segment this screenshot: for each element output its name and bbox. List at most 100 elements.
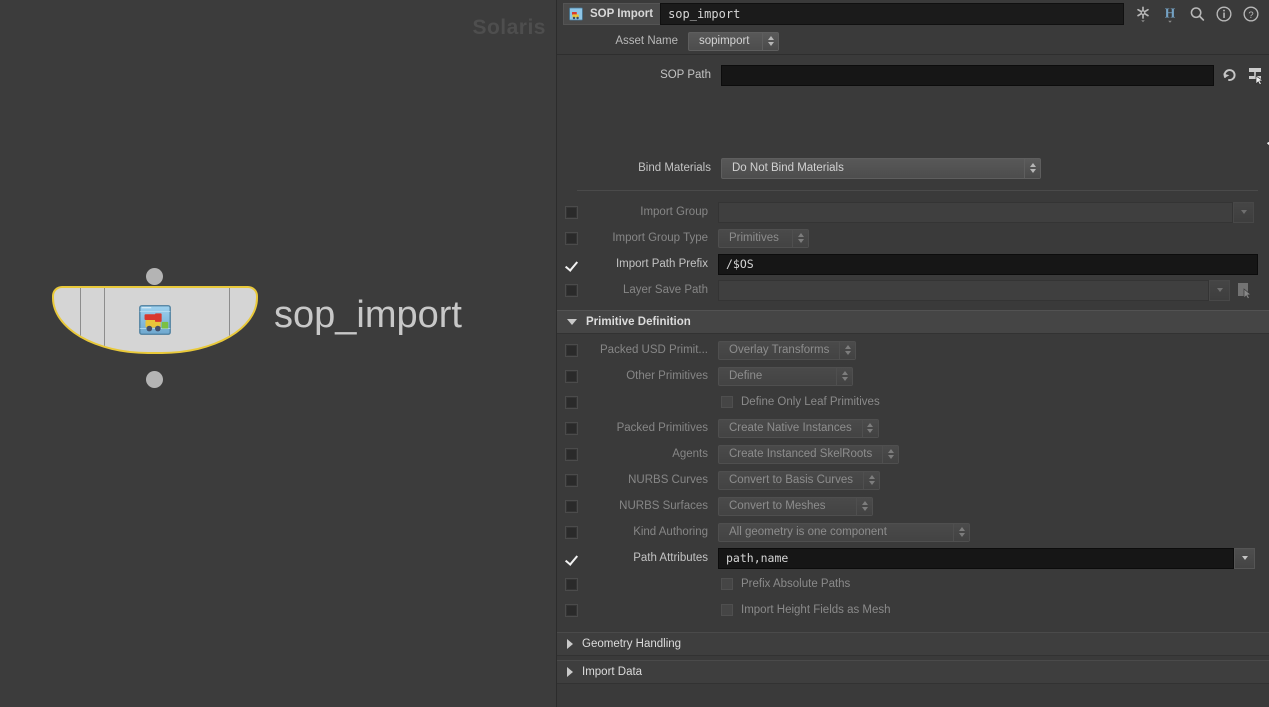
import-group-type-value: Primitives bbox=[729, 232, 779, 244]
agents-toggle[interactable] bbox=[565, 447, 578, 461]
asset-name-dropdown[interactable]: sopimport bbox=[688, 31, 779, 51]
prefix-absolute-paths-checkbox[interactable]: Prefix Absolute Paths bbox=[721, 578, 850, 590]
section-primitive-definition[interactable]: Primitive Definition bbox=[557, 310, 1269, 334]
node-body[interactable] bbox=[52, 286, 258, 354]
node-chooser-icon[interactable] bbox=[1245, 65, 1265, 85]
import-group-type-label: Import Group Type bbox=[612, 232, 708, 244]
sop-path-input[interactable] bbox=[721, 64, 1214, 86]
chevron-down-icon bbox=[1216, 288, 1223, 292]
asset-name-row: Asset Name sopimport bbox=[557, 28, 1269, 55]
prefix-absolute-paths-label: Prefix Absolute Paths bbox=[741, 578, 851, 590]
packed-primitives-toggle[interactable] bbox=[565, 421, 578, 435]
chevron-right-icon bbox=[567, 667, 573, 677]
other-primitives-dropdown[interactable]: Define bbox=[718, 366, 853, 386]
bind-materials-spinner[interactable] bbox=[1024, 158, 1040, 178]
path-attributes-input[interactable]: path,name bbox=[718, 547, 1234, 569]
asset-name-spinner[interactable] bbox=[762, 32, 778, 50]
path-attributes-toggle[interactable] bbox=[565, 552, 578, 565]
prefix-absolute-paths-toggle[interactable] bbox=[565, 577, 578, 591]
kind-authoring-row: Kind Authoring All geometry is one compo… bbox=[557, 519, 1269, 545]
section-import-data[interactable]: Import Data bbox=[557, 660, 1269, 684]
nurbs-surfaces-toggle[interactable] bbox=[565, 499, 578, 513]
section-title: Import Data bbox=[582, 666, 643, 678]
nurbs-curves-toggle[interactable] bbox=[565, 473, 578, 487]
packed-usd-primitives-toggle[interactable] bbox=[565, 343, 578, 357]
dropdown-spinner[interactable] bbox=[953, 523, 969, 541]
bind-materials-row: Bind Materials Do Not Bind Materials bbox=[557, 155, 1269, 181]
node-input-connector[interactable] bbox=[146, 268, 163, 285]
packed-usd-primitives-dropdown[interactable]: Overlay Transforms bbox=[718, 340, 857, 360]
import-group-type-spinner[interactable] bbox=[792, 229, 808, 247]
nurbs-surfaces-dropdown[interactable]: Convert to Meshes bbox=[718, 496, 873, 516]
dropdown-spinner[interactable] bbox=[856, 497, 872, 515]
chevron-up-icon bbox=[841, 371, 848, 375]
reload-icon[interactable] bbox=[1220, 65, 1240, 85]
nurbs-curves-dropdown[interactable]: Convert to Basis Curves bbox=[718, 470, 880, 490]
sop-import-node-icon bbox=[139, 305, 171, 335]
node-flag-divider bbox=[104, 288, 105, 352]
houdini-h-menu-icon[interactable]: H bbox=[1161, 5, 1179, 23]
dropdown-spinner[interactable] bbox=[863, 471, 879, 489]
other-primitives-toggle[interactable] bbox=[565, 369, 578, 383]
layer-save-path-dropdown-button[interactable] bbox=[1209, 279, 1230, 301]
dropdown-spinner[interactable] bbox=[836, 367, 852, 385]
layer-save-path-input[interactable] bbox=[718, 279, 1209, 301]
prefix-absolute-paths-row: Prefix Absolute Paths bbox=[557, 571, 1269, 597]
chevron-down-icon bbox=[797, 239, 804, 243]
agents-dropdown[interactable]: Create Instanced SkelRoots bbox=[718, 444, 900, 464]
info-icon[interactable] bbox=[1215, 5, 1233, 23]
sop-path-row: SOP Path bbox=[557, 62, 1269, 88]
node-type-chip[interactable]: SOP Import bbox=[563, 3, 661, 25]
chevron-up-icon bbox=[861, 501, 868, 505]
gear-menu-icon[interactable] bbox=[1134, 5, 1152, 23]
network-editor[interactable]: Solaris sop_import bbox=[0, 0, 556, 707]
path-attributes-dropdown-button[interactable] bbox=[1234, 547, 1255, 569]
kind-authoring-value: All geometry is one component bbox=[729, 526, 887, 538]
chevron-up-icon bbox=[867, 423, 874, 427]
chevron-down-icon bbox=[567, 319, 577, 325]
node-name-input[interactable]: sop_import bbox=[660, 3, 1124, 25]
section-geometry-handling[interactable]: Geometry Handling bbox=[557, 632, 1269, 656]
chevron-up-icon bbox=[887, 449, 894, 453]
dropdown-spinner[interactable] bbox=[861, 419, 878, 437]
checkbox-box bbox=[721, 578, 733, 590]
import-height-fields-toggle[interactable] bbox=[565, 603, 578, 617]
dropdown-spinner[interactable] bbox=[882, 445, 899, 463]
dropdown-spinner[interactable] bbox=[839, 341, 856, 359]
import-group-type-dropdown[interactable]: Primitives bbox=[718, 228, 809, 248]
import-group-toggle[interactable] bbox=[565, 205, 578, 219]
import-group-type-toggle[interactable] bbox=[565, 231, 578, 245]
import-path-prefix-label: Import Path Prefix bbox=[615, 258, 708, 270]
kind-authoring-dropdown[interactable]: All geometry is one component bbox=[718, 522, 970, 542]
import-group-input[interactable] bbox=[718, 201, 1233, 223]
chevron-down-icon bbox=[867, 429, 874, 433]
import-height-fields-checkbox[interactable]: Import Height Fields as Mesh bbox=[721, 604, 891, 616]
define-only-leaf-primitives-toggle[interactable] bbox=[565, 395, 578, 409]
section-divider bbox=[577, 190, 1258, 191]
chevron-down-icon bbox=[1029, 169, 1036, 173]
search-icon[interactable] bbox=[1188, 5, 1206, 23]
parameter-pane: SOP Import sop_import H ? Asset Name sop… bbox=[556, 0, 1269, 707]
bind-materials-dropdown[interactable]: Do Not Bind Materials bbox=[721, 157, 1041, 179]
file-chooser-icon[interactable] bbox=[1234, 280, 1254, 300]
help-icon[interactable]: ? bbox=[1242, 5, 1260, 23]
checkbox-box bbox=[721, 604, 733, 616]
kind-authoring-toggle[interactable] bbox=[565, 525, 578, 539]
parameter-titlebar: SOP Import sop_import H ? bbox=[557, 0, 1269, 28]
node-output-connector[interactable] bbox=[146, 371, 163, 388]
node-name-value: sop_import bbox=[668, 7, 741, 21]
import-path-prefix-toggle[interactable] bbox=[565, 258, 578, 271]
adjust-transforms-row: Adjust Transforms for Input Hierarchy bbox=[557, 130, 1269, 151]
path-attributes-row: Path Attributes path,name bbox=[557, 545, 1269, 571]
import-group-dropdown-button[interactable] bbox=[1233, 201, 1254, 223]
other-primitives-label: Other Primitives bbox=[626, 370, 708, 382]
define-only-leaf-primitives-checkbox[interactable]: Define Only Leaf Primitives bbox=[721, 396, 880, 408]
node-flag-divider bbox=[80, 288, 81, 352]
other-primitives-row: Other Primitives Define bbox=[557, 363, 1269, 389]
chevron-up-icon bbox=[958, 527, 965, 531]
node-flag-divider bbox=[229, 288, 230, 352]
packed-primitives-dropdown[interactable]: Create Native Instances bbox=[718, 418, 879, 438]
chevron-down-icon bbox=[958, 533, 965, 537]
import-path-prefix-input[interactable]: /$OS bbox=[718, 253, 1258, 275]
layer-save-path-toggle[interactable] bbox=[565, 283, 578, 297]
